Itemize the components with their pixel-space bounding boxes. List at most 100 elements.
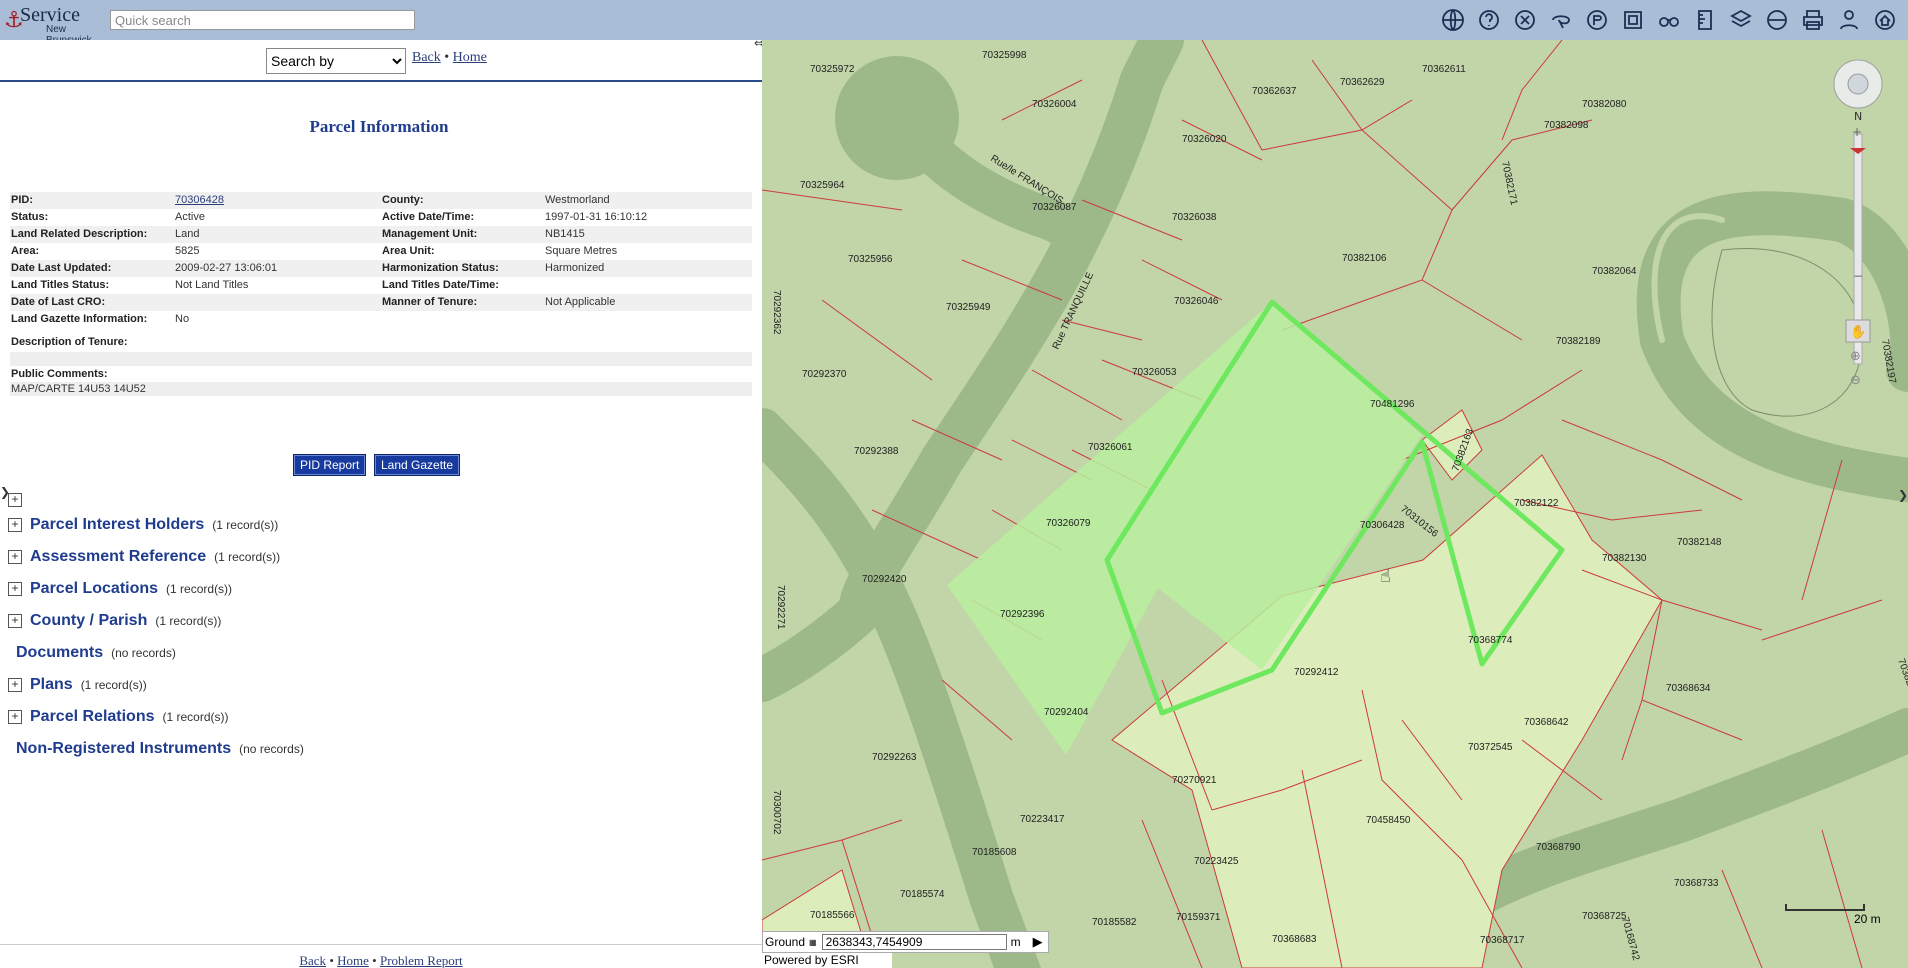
identify-icon[interactable] (1582, 6, 1612, 34)
parcel-id-label: 70306428 (1360, 520, 1405, 531)
field-value: Harmonized (545, 262, 605, 274)
nav-separator: • (444, 50, 450, 65)
map-view[interactable]: Rue/le FRANÇOIS Rue TRANQUILLE 70325972 7… (762, 40, 1908, 968)
field-value: 5825 (175, 245, 200, 257)
print-icon[interactable] (1798, 6, 1828, 34)
map-canvas[interactable]: Rue/le FRANÇOIS Rue TRANQUILLE 703259727… (762, 40, 1908, 968)
section-parcel-locations[interactable]: + Parcel Locations (1 record(s)) (8, 580, 232, 598)
lasso-icon[interactable] (1546, 6, 1576, 34)
coordinate-input[interactable] (821, 934, 1007, 950)
home-link[interactable]: Home (453, 50, 487, 65)
section-record-count: (1 record(s)) (212, 518, 279, 532)
pid-link[interactable]: 70306428 (175, 194, 224, 206)
zoom-out-icon[interactable]: − (1853, 269, 1863, 283)
parcel-id-label: 70292404 (1044, 707, 1089, 718)
problem-report-link[interactable]: Problem Report (380, 953, 463, 968)
parcel-info-row: Area: 5825 Area Unit: Square Metres (10, 243, 752, 260)
parcel-id-label: 70368733 (1674, 878, 1719, 889)
expand-map-icon[interactable]: ❯ (1898, 488, 1908, 502)
section-title[interactable]: Plans (30, 676, 73, 694)
section-record-count: (1 record(s)) (214, 550, 281, 564)
clear-icon[interactable] (1510, 6, 1540, 34)
home-icon[interactable] (1870, 6, 1900, 34)
parcel-id-label: 70292412 (1294, 667, 1339, 678)
field-label: Harmonization Status: (382, 262, 499, 274)
section-title[interactable]: Parcel Relations (30, 708, 155, 726)
user-icon[interactable] (1834, 6, 1864, 34)
back-link[interactable]: Back (412, 50, 441, 65)
binoculars-icon[interactable] (1654, 6, 1684, 34)
zoom-slider-thumb[interactable] (1850, 148, 1866, 154)
basemap-icon[interactable] (1762, 6, 1792, 34)
section-title[interactable]: Assessment Reference (30, 548, 206, 566)
zoom-in-icon[interactable]: + (1852, 125, 1862, 139)
parcel-id-label: 70292420 (862, 574, 907, 585)
section-non-registered-instruments[interactable]: Non-Registered Instruments (no records) (16, 740, 304, 758)
field-label: Date Last Updated: (11, 262, 112, 274)
expand-icon[interactable]: + (8, 678, 22, 692)
collapse-panel-icon[interactable]: ❯ (0, 485, 10, 499)
parcel-id-label: 70292370 (802, 369, 847, 380)
go-arrow-icon[interactable]: ▶ (1033, 934, 1043, 950)
parcel-id-label: 70292396 (1000, 609, 1045, 620)
page-title: Parcel Information (309, 117, 449, 136)
select-area-icon[interactable] (1618, 6, 1648, 34)
parcel-panel: Search by Back • Home ⇔ Parcel Informati… (0, 40, 762, 968)
quick-search-input[interactable] (110, 10, 415, 30)
parcel-id-label: 70362637 (1252, 86, 1297, 97)
hand-cursor-icon: ☝ (1380, 566, 1391, 587)
globe-icon[interactable] (1438, 6, 1468, 34)
section-assessment-reference[interactable]: + Assessment Reference (1 record(s)) (8, 548, 280, 566)
parcel-id-label: 70300702 (771, 790, 782, 835)
field-label: Land Gazette Information: (11, 313, 148, 325)
parcel-id-label: 70382171 (1499, 160, 1519, 206)
field-label: Area: (11, 245, 40, 257)
nav-links: Back • Home (412, 50, 487, 66)
expand-all-toggle[interactable]: + (8, 493, 30, 507)
section-title[interactable]: Parcel Interest Holders (30, 516, 204, 534)
section-title[interactable]: Documents (16, 644, 103, 662)
zoom-box-in-icon[interactable]: ⊕ (1850, 349, 1861, 364)
resize-handle-icon[interactable]: ⇔ (754, 40, 762, 50)
help-icon[interactable] (1474, 6, 1504, 34)
zoom-navigation-control[interactable]: N + − ✋ ⊕ ⊖ (1828, 54, 1888, 414)
section-documents[interactable]: Documents (no records) (16, 644, 176, 662)
parcel-id-label: 70382064 (1592, 266, 1637, 277)
section-parcel-interest-holders[interactable]: + Parcel Interest Holders (1 record(s)) (8, 516, 278, 534)
section-plans[interactable]: + Plans (1 record(s)) (8, 676, 147, 694)
parcel-id-label: 70382058 (1895, 657, 1908, 703)
footer-separator: • (372, 953, 377, 968)
expand-icon[interactable]: + (8, 550, 22, 564)
coord-system-icon[interactable]: ▦ (809, 938, 817, 947)
expand-icon[interactable]: + (8, 582, 22, 596)
description-of-tenure-label: Description of Tenure: (11, 336, 128, 348)
section-parcel-relations[interactable]: + Parcel Relations (1 record(s)) (8, 708, 229, 726)
field-label: County: (382, 194, 424, 206)
search-by-select[interactable]: Search by (266, 48, 406, 74)
field-value: No (175, 313, 190, 325)
land-gazette-button[interactable]: Land Gazette (374, 454, 461, 476)
parcel-id-label: 70326038 (1172, 212, 1217, 223)
panel-nav: Search by Back • Home (0, 40, 762, 82)
layers-icon[interactable] (1726, 6, 1756, 34)
pid-report-button[interactable]: PID Report (293, 454, 367, 476)
service-nb-logo[interactable]: ⚓︎ Service New Brunswick (2, 2, 102, 46)
footer-back-link[interactable]: Back (299, 953, 326, 968)
expand-icon[interactable]: + (8, 614, 22, 628)
field-value: 70306428 (175, 194, 224, 206)
parcel-info-row: Status: Active Active Date/Time: 1997-01-31… (10, 209, 752, 226)
parcel-id-label: 70362629 (1340, 77, 1385, 88)
zoom-box-out-icon[interactable]: ⊖ (1850, 373, 1861, 388)
footer-home-link[interactable]: Home (337, 953, 369, 968)
top-bar: ⚓︎ Service New Brunswick (0, 0, 1908, 46)
section-title[interactable]: County / Parish (30, 612, 147, 630)
expand-icon[interactable]: + (8, 710, 22, 724)
measure-icon[interactable] (1690, 6, 1720, 34)
expand-icon[interactable]: + (8, 518, 22, 532)
parcel-id-label: 70372545 (1468, 742, 1513, 753)
field-label: Land Titles Status: (11, 279, 110, 291)
section-county-parish[interactable]: + County / Parish (1 record(s)) (8, 612, 221, 630)
section-title[interactable]: Non-Registered Instruments (16, 740, 231, 758)
footer: Back • Home • Problem Report (0, 944, 762, 968)
section-title[interactable]: Parcel Locations (30, 580, 158, 598)
